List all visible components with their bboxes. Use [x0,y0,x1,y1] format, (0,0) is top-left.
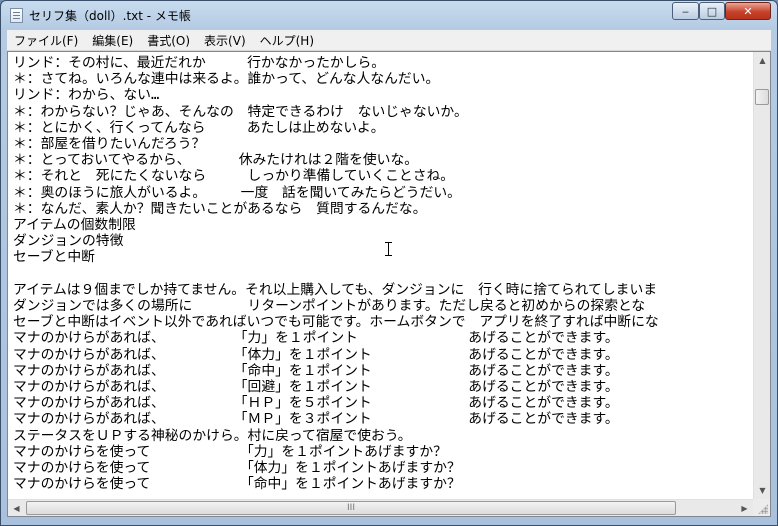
text-line[interactable]: ＊：部屋を借りたいんだろう？ [13,136,205,152]
text-line[interactable]: マナのかけらがあれば、 「力」を１ポイント あげることができます。 [13,330,619,346]
notepad-icon[interactable] [10,8,23,23]
scroll-down-arrow-icon[interactable]: ▼ [754,482,770,499]
text-line[interactable]: マナのかけらがあれば、 「命中」を１ポイント あげることができます。 [13,363,619,379]
text-line[interactable]: マナのかけらがあれば、 「ＭＰ」を３ポイント あげることができます。 [13,411,619,427]
horizontal-scrollbar[interactable]: ◀ III ▶ [8,499,753,516]
text-line[interactable]: ＊：それと 死にたくないなら しっかり準備していくことさね。 [13,168,454,184]
menu-format[interactable]: 書式(O) [140,32,197,49]
text-line[interactable]: マナのかけらを使って 「命中」を１ポイントあげますか？ [13,476,461,492]
text-line[interactable]: アイテムの個数制限 [13,217,136,233]
menu-edit[interactable]: 編集(E) [85,32,140,49]
maximize-button[interactable]: □ [699,2,725,20]
horizontal-scroll-thumb[interactable]: III [26,501,676,515]
text-line[interactable]: ＊：奥のほうに旅人がいるよ。 一度 話を聞いてみたらどうだい。 [13,185,461,201]
minimize-button[interactable]: ‒ [672,2,699,20]
title-bar[interactable]: セリフ集（doll）.txt - メモ帳 ‒ □ ✕ [1,1,777,30]
close-button[interactable]: ✕ [725,2,771,20]
text-line[interactable]: ダンジョンでは多くの場所に リターンポイントがあります。ただし戻ると初めからの探… [13,298,645,314]
text-line[interactable]: セーブと中断 [13,249,95,265]
menu-bar: ファイル(F) 編集(E) 書式(O) 表示(V) ヘルプ(H) [7,30,771,51]
text-line[interactable]: マナのかけらがあれば、 「ＨＰ」を５ポイント あげることができます。 [13,395,619,411]
ibeam-cursor-icon [384,242,393,256]
scroll-up-arrow-icon[interactable]: ▲ [754,52,770,69]
text-line[interactable]: セーブと中断はイベント以外であればいつでも可能です。ホームボタンで アプリを終了… [13,314,659,330]
vertical-scrollbar[interactable]: ▲ ▼ [753,52,770,499]
text-line[interactable]: マナのかけらを使って 「体力」を１ポイントあげますか？ [13,460,461,476]
notepad-window: セリフ集（doll）.txt - メモ帳 ‒ □ ✕ ファイル(F) 編集(E)… [0,0,778,526]
menu-help[interactable]: ヘルプ(H) [253,32,321,49]
menu-view[interactable]: 表示(V) [197,32,253,49]
text-content-area[interactable]: リンド：その村に、最近だれか 行かなかったかしら。 ＊：さてね。いろんな連中は来る… [8,52,753,499]
text-line[interactable]: ステータスをＵＰする神秘のかけら。村に戻って宿屋で使おう。 [13,428,412,444]
resize-grip-icon [758,504,768,514]
text-line[interactable]: ダンジョンの特徴 [13,233,123,249]
text-line[interactable]: ＊：なんだ、素人か？聞きたいことがあるなら 質問するんだな。 [13,201,427,217]
scroll-grip-icon: III [347,503,355,513]
text-editor[interactable]: リンド：その村に、最近だれか 行かなかったかしら。 ＊：さてね。いろんな連中は来る… [7,51,771,517]
text-line[interactable]: ＊：とにかく、行くってんなら あたしは止めないよ。 [13,120,385,136]
scroll-right-arrow-icon[interactable]: ▶ [736,500,753,516]
text-line[interactable]: ＊：さてね。いろんな連中は来るよ。誰かって、どんな人なんだい。 [13,71,439,87]
text-line[interactable]: マナのかけらを使って 「力」を１ポイントあげますか？ [13,444,447,460]
text-line[interactable]: リンド：その村に、最近だれか 行かなかったかしら。 [13,55,385,71]
menu-file[interactable]: ファイル(F) [7,32,85,49]
scroll-left-arrow-icon[interactable]: ◀ [8,500,25,516]
vertical-scroll-thumb[interactable] [755,89,769,105]
text-line[interactable]: ＊：わからない？じゃあ、そんなの 特定できるわけ ないじゃないか。 [13,104,468,120]
window-title: セリフ集（doll）.txt - メモ帳 [29,9,191,23]
text-line[interactable]: リンド：わから、ない… [13,87,159,103]
text-line[interactable]: ＊：とっておいてやるから、 休みたけれは２階を使いな。 [13,152,418,168]
size-grip[interactable] [753,499,770,516]
text-line[interactable]: マナのかけらがあれば、 「体力」を１ポイント あげることができます。 [13,347,619,363]
text-line[interactable]: アイテムは９個までしか持てません。それ以上購入しても、ダンジョンに 行く時に捨て… [13,282,657,298]
text-line[interactable]: マナのかけらがあれば、 「回避」を１ポイント あげることができます。 [13,379,619,395]
